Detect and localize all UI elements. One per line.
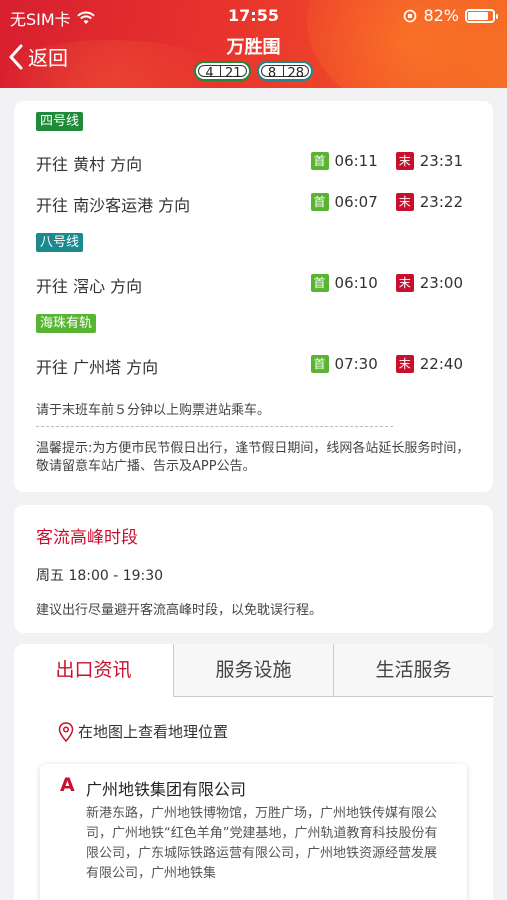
- last-train-time: 23:00: [419, 274, 463, 292]
- last-train-time: 23:31: [419, 152, 463, 170]
- divider: [36, 426, 393, 427]
- last-train-badge: 末: [395, 355, 414, 373]
- line-number: 4: [197, 65, 220, 81]
- exit-description: 新港东路，广州地铁博物馆，万胜广场，广州地铁传媒有限公司，广州地铁“红色羊角”党…: [86, 806, 438, 881]
- last-train-badge: 末: [395, 152, 414, 170]
- orientation-lock-icon: [404, 9, 417, 22]
- exits-card: 出口资讯 服务设施 生活服务 在地图上查看地理位置 A 广州地铁集团有限公司 新…: [14, 644, 493, 900]
- battery-icon: [465, 8, 498, 23]
- peak-time: 周五 18:00 - 19:30: [36, 568, 164, 584]
- line-badge-4: 4 21: [193, 61, 251, 81]
- view-on-map-link[interactable]: 在地图上查看地理位置: [58, 721, 228, 742]
- info-tabs: 出口资讯 服务设施 生活服务: [14, 644, 493, 697]
- direction-label: 开往 黄村 方向: [36, 155, 143, 174]
- direction-label: 开往 广州塔 方向: [36, 358, 159, 377]
- map-link-label: 在地图上查看地理位置: [78, 723, 229, 741]
- service-times: 首 07:30 末 22:40: [310, 355, 463, 373]
- ticket-note: 请于末班车前５分钟以上购票进站乘车。: [36, 403, 271, 418]
- status-right: 82%: [403, 6, 498, 25]
- first-train-badge: 首: [310, 193, 329, 211]
- line-tag-8: 八号线: [36, 233, 84, 252]
- first-train-time: 07:30: [334, 355, 378, 373]
- tab-life-services[interactable]: 生活服务: [333, 644, 493, 697]
- direction-label: 开往 滘心 方向: [36, 277, 143, 296]
- tab-exit-info[interactable]: 出口资讯: [14, 644, 173, 697]
- service-times: 首 06:11 末 23:31: [310, 152, 463, 170]
- status-bar: 无SIM卡 17:55 82%: [0, 4, 507, 29]
- last-train-badge: 末: [395, 274, 414, 292]
- line-tag-haizhu-tram: 海珠有轨: [36, 314, 97, 333]
- last-train-time: 22:40: [419, 355, 463, 373]
- schedule-card: 四号线 开往 黄村 方向 首 06:11 末 23:31 开往 南沙客运港 方向…: [14, 101, 493, 492]
- service-times: 首 06:07 末 23:22: [310, 193, 463, 211]
- location-pin-icon: [58, 721, 74, 742]
- first-train-time: 06:10: [334, 274, 378, 292]
- peak-note: 建议出行尽量避开客流高峰时段，以免耽误行程。: [36, 603, 323, 618]
- last-train-time: 23:22: [419, 193, 463, 211]
- line-badge-8: 8 28: [256, 61, 314, 81]
- station-line-badges: 4 21 8 28: [0, 61, 507, 81]
- station-title: 万胜围: [226, 37, 281, 58]
- service-times: 首 06:10 末 23:00: [310, 274, 463, 292]
- first-train-badge: 首: [310, 355, 329, 373]
- line-number: 8: [260, 65, 283, 81]
- station-number: 21: [219, 65, 247, 81]
- peak-card: 客流高峰时段 周五 18:00 - 19:30 建议出行尽量避开客流高峰时段，以…: [14, 505, 493, 633]
- exit-item[interactable]: A 广州地铁集团有限公司 新港东路，广州地铁博物馆，万胜广场，广州地铁传媒有限公…: [40, 764, 467, 900]
- exit-letter: A: [60, 774, 75, 796]
- first-train-time: 06:07: [334, 193, 378, 211]
- tab-service-facilities[interactable]: 服务设施: [173, 644, 333, 697]
- peak-title: 客流高峰时段: [36, 528, 138, 548]
- direction-label: 开往 南沙客运港 方向: [36, 196, 191, 215]
- header-bar: 无SIM卡 17:55 82% 返回 万胜围 4 21 8 28: [0, 0, 507, 88]
- first-train-badge: 首: [310, 274, 329, 292]
- holiday-tip: 温馨提示:为方便市民节假日出行，逢节假日期间，线网各站延长服务时间，敬请留意车站…: [36, 441, 470, 474]
- station-number: 28: [282, 65, 310, 81]
- first-train-badge: 首: [310, 152, 329, 170]
- battery-fill: [468, 11, 488, 20]
- exit-name: 广州地铁集团有限公司: [86, 780, 247, 799]
- last-train-badge: 末: [395, 193, 414, 211]
- battery-percent: 82%: [423, 6, 459, 25]
- line-tag-4: 四号线: [36, 112, 84, 131]
- first-train-time: 06:11: [334, 152, 378, 170]
